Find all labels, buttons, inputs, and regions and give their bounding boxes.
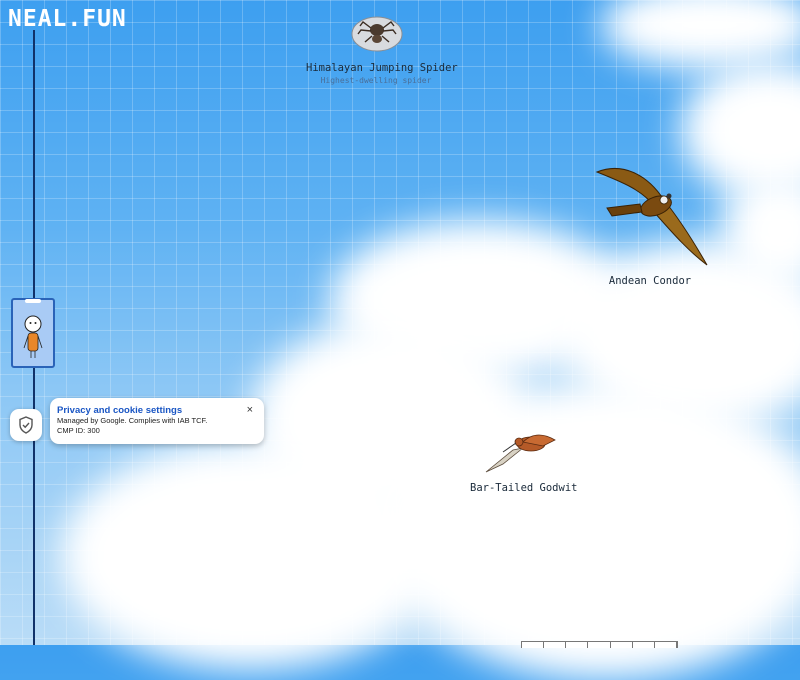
spider-subtitle: Highest-dwelling spider <box>320 76 432 85</box>
site-logo[interactable]: NEAL.FUN <box>8 6 127 32</box>
close-icon[interactable]: × <box>247 404 253 416</box>
condor-icon <box>595 168 708 266</box>
shield-icon <box>19 416 33 434</box>
spider-label: Himalayan Jumping Spider <box>306 62 458 74</box>
godwit-label: Bar-Tailed Godwit <box>470 482 578 494</box>
elevator-light <box>25 299 41 303</box>
privacy-popup: Privacy and cookie settings Managed by G… <box>50 398 264 444</box>
person-icon <box>23 315 43 358</box>
privacy-popup-desc: Managed by Google. Complies with IAB TCF… <box>57 416 208 425</box>
privacy-popup-title[interactable]: Privacy and cookie settings <box>57 405 257 416</box>
elevator-cabin[interactable] <box>11 298 55 368</box>
spider-icon <box>351 16 403 52</box>
godwit-icon <box>485 434 556 473</box>
privacy-popup-cmp-id: CMP ID: 300 <box>57 426 100 435</box>
privacy-settings-button[interactable] <box>10 409 42 441</box>
condor-label: Andean Condor <box>608 275 692 287</box>
